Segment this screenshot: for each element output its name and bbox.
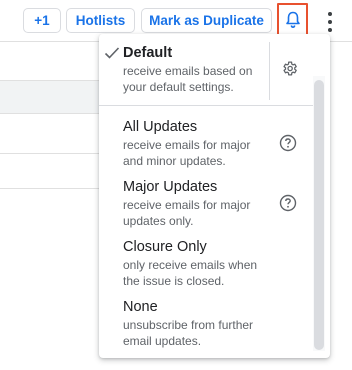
menu-item-all-updates[interactable]: All Updates receive emails for major and…: [99, 110, 313, 170]
menu-item-title: Default: [123, 45, 173, 61]
issue-page: +1 Hotlists Mark as Duplicate Default re…: [0, 0, 352, 370]
menu-item-description: unsubscribe from further email updates.: [123, 318, 254, 348]
gear-icon: [283, 61, 297, 76]
menu-item-title: All Updates: [123, 119, 198, 135]
menu-item-description: receive emails for major and minor updat…: [123, 138, 251, 168]
help-icon[interactable]: [279, 134, 297, 152]
default-settings-button[interactable]: [269, 42, 309, 100]
bell-icon: [285, 11, 300, 28]
background-divider: [0, 188, 100, 189]
plus-one-button[interactable]: +1: [23, 8, 61, 33]
menu-divider: [99, 105, 313, 106]
check-icon: [104, 47, 120, 59]
menu-item-description: receive emails based on your default set…: [123, 64, 253, 94]
menu-item-default[interactable]: Default receive emails based on your def…: [99, 34, 313, 106]
menu-item-closure-only[interactable]: Closure Only only receive emails when th…: [99, 230, 313, 290]
scrollbar-thumb[interactable]: [314, 80, 324, 350]
menu-item-major-updates[interactable]: Major Updates receive emails for major u…: [99, 170, 313, 230]
menu-item-none[interactable]: None unsubscribe from further email upda…: [99, 290, 313, 352]
menu-item-description: receive emails for major updates only.: [123, 198, 251, 228]
help-icon[interactable]: [279, 194, 297, 212]
background-divider: [0, 153, 100, 154]
notification-bell-button[interactable]: [277, 3, 308, 36]
menu-item-title: Closure Only: [123, 239, 207, 255]
menu-item-description: only receive emails when the issue is cl…: [123, 258, 258, 288]
menu-item-title: Major Updates: [123, 179, 218, 195]
background-header-strip: [0, 80, 100, 114]
hotlists-button[interactable]: Hotlists: [66, 8, 135, 33]
notification-menu: Default receive emails based on your def…: [99, 34, 330, 358]
mark-as-duplicate-button[interactable]: Mark as Duplicate: [141, 8, 272, 33]
more-vert-icon[interactable]: [324, 12, 336, 32]
menu-item-title: None: [123, 299, 158, 315]
